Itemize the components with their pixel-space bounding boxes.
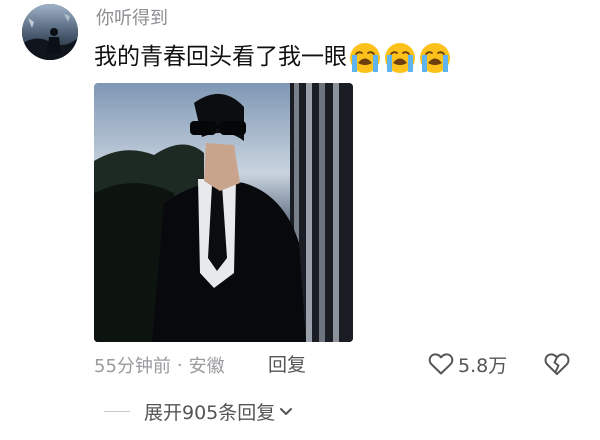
- expand-replies-label: 展开905条回复: [144, 401, 276, 424]
- avatar[interactable]: [22, 4, 78, 60]
- comment-body: 我的青春回头看了我一眼: [94, 44, 347, 70]
- man-in-sunglasses-photo-icon: [94, 83, 353, 342]
- chevron-down-icon: [280, 408, 293, 415]
- crying-face-icon: [350, 42, 380, 73]
- comment-time: 55分钟前: [94, 356, 171, 377]
- comment-item: 你听得到 我的青春回头看了我一眼 55分钟前 · 安徽 回复 5.8万 展开90…: [0, 0, 600, 440]
- like-button[interactable]: 5.8万: [428, 350, 507, 378]
- comment-meta: 55分钟前 · 安徽: [94, 352, 225, 378]
- like-count: 5.8万: [458, 354, 508, 377]
- crying-face-icon: [385, 42, 415, 73]
- heart-outline-icon: [428, 353, 454, 375]
- meta-separator: ·: [176, 354, 183, 376]
- crying-face-icon: [420, 42, 450, 73]
- avatar-image: [22, 4, 78, 60]
- username[interactable]: 你听得到: [96, 8, 168, 30]
- broken-heart-icon: [544, 353, 570, 375]
- expand-replies-button[interactable]: 展开905条回复: [104, 398, 294, 424]
- reply-button[interactable]: 回复: [268, 352, 306, 378]
- comment-photo[interactable]: [94, 83, 353, 342]
- emoji-group: [348, 41, 453, 75]
- comment-text: 我的青春回头看了我一眼: [94, 40, 453, 75]
- comment-location: 安徽: [188, 356, 225, 377]
- dislike-button[interactable]: [543, 350, 571, 378]
- expand-divider: [104, 410, 130, 412]
